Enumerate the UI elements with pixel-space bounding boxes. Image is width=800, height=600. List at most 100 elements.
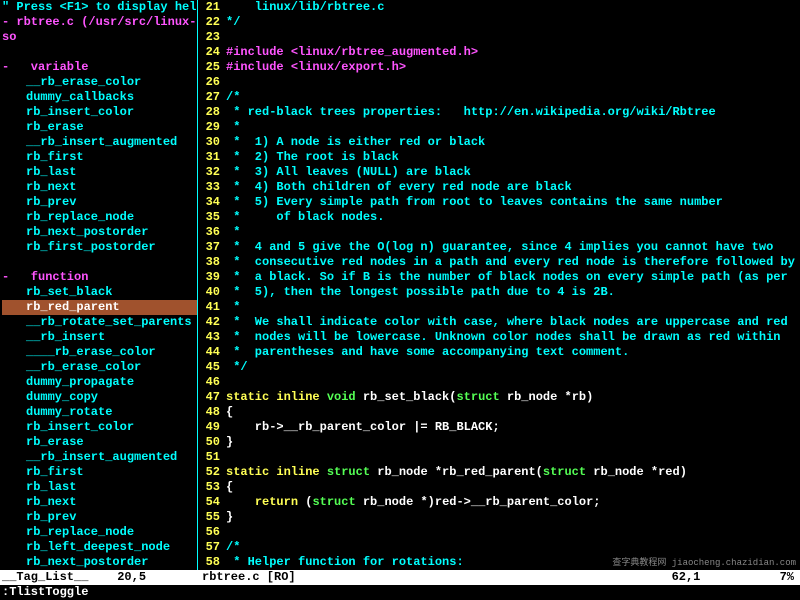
code-line[interactable]: 26 [198, 75, 800, 90]
code-line[interactable]: 52static inline struct rb_node *rb_red_p… [198, 465, 800, 480]
code-line[interactable]: 21 linux/lib/rbtree.c [198, 0, 800, 15]
line-number: 26 [198, 75, 226, 90]
code-line[interactable]: 34 * 5) Every simple path from root to l… [198, 195, 800, 210]
code-line[interactable]: 33 * 4) Both children of every red node … [198, 180, 800, 195]
code-line[interactable]: 24#include <linux/rbtree_augmented.h> [198, 45, 800, 60]
code-line[interactable]: 48{ [198, 405, 800, 420]
tag-__rb_erase_color[interactable]: __rb_erase_color [2, 75, 197, 90]
tag-rb_first[interactable]: rb_first [2, 465, 197, 480]
tag-rb_replace_node[interactable]: rb_replace_node [2, 210, 197, 225]
line-number: 40 [198, 285, 226, 300]
code-line[interactable]: 36 * [198, 225, 800, 240]
line-number: 23 [198, 30, 226, 45]
tag-____rb_erase_color[interactable]: ____rb_erase_color [2, 345, 197, 360]
tag-rb_insert_color[interactable]: rb_insert_color [2, 105, 197, 120]
tag-rb_replace_node[interactable]: rb_replace_node [2, 525, 197, 540]
code-line[interactable]: 53{ [198, 480, 800, 495]
status-right-file: rbtree.c [RO] [202, 570, 296, 585]
tag-rb_last[interactable]: rb_last [2, 165, 197, 180]
code-line[interactable]: 56 [198, 525, 800, 540]
line-number: 22 [198, 15, 226, 30]
code-line[interactable]: 42 * We shall indicate color with case, … [198, 315, 800, 330]
tag-rb_last[interactable]: rb_last [2, 480, 197, 495]
taglist-sidebar[interactable]: " Press <F1> to display hel - rbtree.c (… [0, 0, 198, 570]
code-line[interactable]: 28 * red-black trees properties: http://… [198, 105, 800, 120]
line-number: 24 [198, 45, 226, 60]
code-line[interactable]: 49 rb->__rb_parent_color |= RB_BLACK; [198, 420, 800, 435]
code-text: linux/lib/rbtree.c [226, 0, 384, 15]
taglist-help: " Press <F1> to display hel [2, 0, 197, 15]
tag-rb_next_postorder[interactable]: rb_next_postorder [2, 555, 197, 570]
code-line[interactable]: 45 */ [198, 360, 800, 375]
code-text: #include <linux/rbtree_augmented.h> [226, 45, 478, 60]
code-line[interactable]: 30 * 1) A node is either red or black [198, 135, 800, 150]
tag-__rb_rotate_set_parents[interactable]: __rb_rotate_set_parents [2, 315, 197, 330]
taglist-section-function[interactable]: - function [2, 270, 197, 285]
line-number: 37 [198, 240, 226, 255]
tag-__rb_insert_augmented[interactable]: __rb_insert_augmented [2, 450, 197, 465]
tag-rb_next[interactable]: rb_next [2, 180, 197, 195]
tag-rb_set_black[interactable]: rb_set_black [2, 285, 197, 300]
code-line[interactable]: 54 return (struct rb_node *)red->__rb_pa… [198, 495, 800, 510]
code-text: { [226, 405, 233, 420]
code-line[interactable]: 32 * 3) All leaves (NULL) are black [198, 165, 800, 180]
tag-rb_left_deepest_node[interactable]: rb_left_deepest_node [2, 540, 197, 555]
code-line[interactable]: 27/* [198, 90, 800, 105]
code-line[interactable]: 23 [198, 30, 800, 45]
command-line[interactable]: :TlistToggle [0, 585, 800, 600]
code-line[interactable]: 37 * 4 and 5 give the O(log n) guarantee… [198, 240, 800, 255]
tag-rb_first_postorder[interactable]: rb_first_postorder [2, 240, 197, 255]
status-left-pos: 20,5 [117, 570, 146, 584]
tag-rb_next_postorder[interactable]: rb_next_postorder [2, 225, 197, 240]
code-text: static inline struct rb_node *rb_red_par… [226, 465, 687, 480]
line-number: 48 [198, 405, 226, 420]
code-line[interactable]: 50} [198, 435, 800, 450]
tag-__rb_erase_color[interactable]: __rb_erase_color [2, 360, 197, 375]
code-text: * [226, 120, 240, 135]
line-number: 34 [198, 195, 226, 210]
code-line[interactable]: 46 [198, 375, 800, 390]
code-line[interactable]: 22*/ [198, 15, 800, 30]
code-line[interactable]: 41 * [198, 300, 800, 315]
line-number: 42 [198, 315, 226, 330]
tag-rb_next[interactable]: rb_next [2, 495, 197, 510]
line-number: 54 [198, 495, 226, 510]
tag-rb_first[interactable]: rb_first [2, 150, 197, 165]
code-line[interactable]: 39 * a black. So if B is the number of b… [198, 270, 800, 285]
tag-dummy_callbacks[interactable]: dummy_callbacks [2, 90, 197, 105]
line-number: 55 [198, 510, 226, 525]
code-line[interactable]: 51 [198, 450, 800, 465]
tag-rb_erase[interactable]: rb_erase [2, 435, 197, 450]
tag-dummy_copy[interactable]: dummy_copy [2, 390, 197, 405]
line-number: 36 [198, 225, 226, 240]
code-line[interactable]: 31 * 2) The root is black [198, 150, 800, 165]
code-text [226, 30, 233, 45]
code-text: * 5), then the longest possible path due… [226, 285, 615, 300]
code-line[interactable]: 35 * of black nodes. [198, 210, 800, 225]
tag-__rb_insert_augmented[interactable]: __rb_insert_augmented [2, 135, 197, 150]
tag-rb_insert_color[interactable]: rb_insert_color [2, 420, 197, 435]
code-line[interactable]: 47static inline void rb_set_black(struct… [198, 390, 800, 405]
code-line[interactable]: 55} [198, 510, 800, 525]
tag-__rb_insert[interactable]: __rb_insert [2, 330, 197, 345]
code-line[interactable]: 29 * [198, 120, 800, 135]
code-line[interactable]: 25#include <linux/export.h> [198, 60, 800, 75]
tag-dummy_propagate[interactable]: dummy_propagate [2, 375, 197, 390]
code-line[interactable]: 40 * 5), then the longest possible path … [198, 285, 800, 300]
line-number: 25 [198, 60, 226, 75]
watermark: 查字典教程网 jiaocheng.chazidian.com [612, 556, 796, 571]
code-window[interactable]: 21 linux/lib/rbtree.c22*/23 24#include <… [198, 0, 800, 570]
line-number: 29 [198, 120, 226, 135]
code-line[interactable]: 38 * consecutive red nodes in a path and… [198, 255, 800, 270]
code-line[interactable]: 43 * nodes will be lowercase. Unknown co… [198, 330, 800, 345]
tag-rb_red_parent[interactable]: rb_red_parent [2, 300, 197, 315]
status-left-file: __Tag_List__ [2, 570, 88, 584]
tag-rb_prev[interactable]: rb_prev [2, 510, 197, 525]
tag-rb_erase[interactable]: rb_erase [2, 120, 197, 135]
code-line[interactable]: 44 * parentheses and have some accompany… [198, 345, 800, 360]
tag-dummy_rotate[interactable]: dummy_rotate [2, 405, 197, 420]
code-text: * nodes will be lowercase. Unknown color… [226, 330, 781, 345]
tag-rb_prev[interactable]: rb_prev [2, 195, 197, 210]
taglist-section-variable[interactable]: - variable [2, 60, 197, 75]
code-line[interactable]: 57/* [198, 540, 800, 555]
